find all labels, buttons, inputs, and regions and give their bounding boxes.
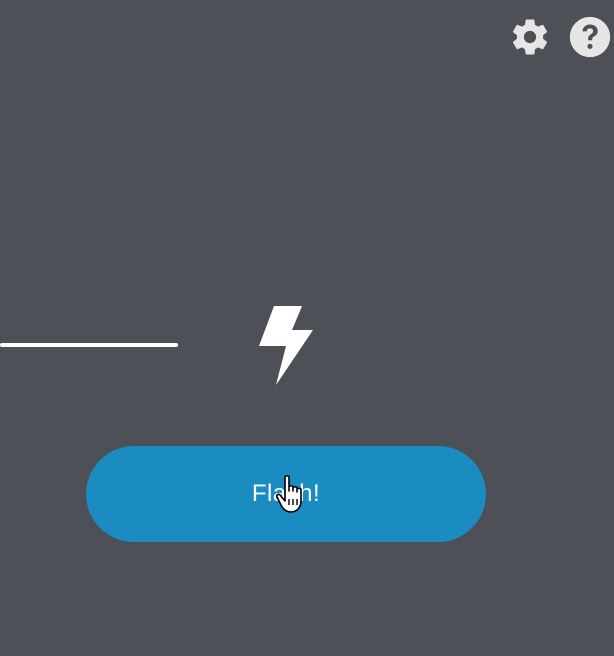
settings-button[interactable] [508,15,552,59]
gear-icon [512,19,548,55]
question-circle-icon [569,16,611,58]
flash-button[interactable]: Flash! [86,446,486,542]
step-connector-line [0,343,178,347]
flash-step-screen: Flash! [0,0,614,656]
lightning-bolt-icon [259,306,313,385]
flash-button-label: Flash! [251,480,321,507]
help-button[interactable] [568,15,612,59]
